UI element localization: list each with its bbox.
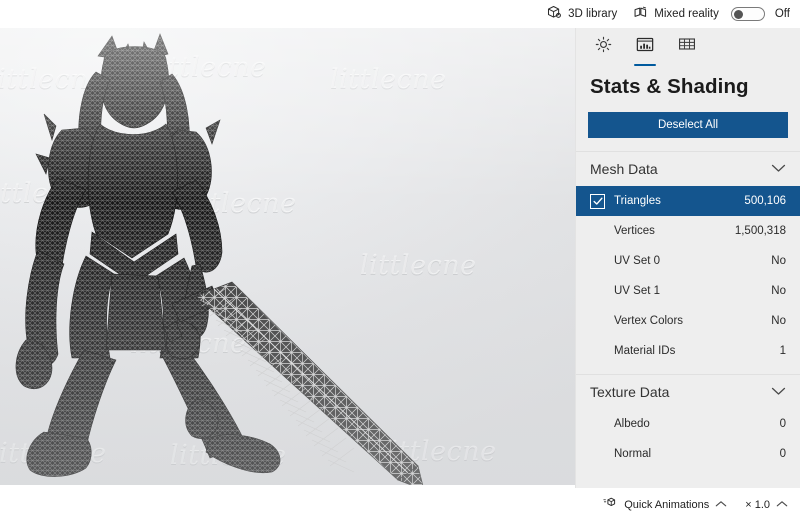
stats-chart-icon bbox=[636, 36, 654, 58]
table-row[interactable]: Triangles 500,106 bbox=[576, 186, 800, 216]
toggle-knob bbox=[733, 9, 743, 19]
chevron-up-icon[interactable] bbox=[776, 499, 788, 511]
tab-lighting[interactable] bbox=[588, 36, 618, 64]
row-label: Normal bbox=[614, 448, 652, 460]
3d-viewport[interactable]: littlecne littlecne littlecne littlecne … bbox=[0, 28, 575, 485]
tab-underline bbox=[592, 64, 614, 66]
tab-underline bbox=[634, 64, 656, 66]
mixed-reality-icon bbox=[633, 5, 648, 23]
row-label: UV Set 0 bbox=[614, 255, 661, 267]
row-label: Material IDs bbox=[614, 345, 676, 357]
tab-underline bbox=[676, 64, 698, 66]
model-wireframe[interactable] bbox=[0, 28, 575, 485]
row-value: 0 bbox=[779, 418, 786, 430]
toggle-state-label: Off bbox=[774, 8, 790, 20]
3d-library-button[interactable]: 3D library bbox=[539, 2, 625, 26]
row-label: Vertices bbox=[614, 225, 655, 237]
table-row[interactable]: Normal 0 bbox=[576, 439, 800, 469]
grid-icon bbox=[678, 36, 696, 57]
table-row[interactable]: UV Set 0 No bbox=[576, 246, 800, 276]
row-value: No bbox=[771, 285, 786, 297]
section-header-mesh-data[interactable]: Mesh Data bbox=[576, 152, 800, 186]
right-panel: Stats & Shading Deselect All Mesh Data T… bbox=[575, 28, 800, 488]
panel-tabs bbox=[576, 28, 800, 66]
table-row[interactable]: Vertex Colors No bbox=[576, 306, 800, 336]
chevron-down-icon bbox=[771, 160, 786, 178]
animation-cube-icon bbox=[603, 496, 618, 513]
viewport-bottom-strip bbox=[0, 485, 575, 521]
row-value: 500,106 bbox=[744, 195, 786, 207]
page-title: Stats & Shading bbox=[590, 75, 749, 98]
row-label: UV Set 1 bbox=[614, 285, 661, 297]
section-header-texture-data[interactable]: Texture Data bbox=[576, 375, 800, 409]
triangles-checkbox[interactable] bbox=[590, 193, 605, 209]
deselect-all-wrap: Deselect All bbox=[576, 99, 800, 138]
section-title: Texture Data bbox=[590, 384, 670, 400]
playback-speed-button[interactable]: × 1.0 bbox=[741, 497, 792, 513]
table-row[interactable]: Material IDs 1 bbox=[576, 336, 800, 366]
app-window: 3D library Mixed reality Off littlecne l… bbox=[0, 0, 800, 521]
row-label: Vertex Colors bbox=[614, 315, 684, 327]
table-row[interactable]: UV Set 1 No bbox=[576, 276, 800, 306]
mixed-reality-label: Mixed reality bbox=[654, 8, 719, 20]
quick-animations-button[interactable]: Quick Animations bbox=[599, 494, 731, 515]
cube-3d-icon bbox=[547, 5, 562, 23]
3d-library-label: 3D library bbox=[568, 8, 618, 20]
chevron-down-icon bbox=[771, 383, 786, 401]
chevron-up-icon[interactable] bbox=[715, 499, 727, 511]
row-value: No bbox=[771, 315, 786, 327]
mixed-reality-button[interactable]: Mixed reality bbox=[625, 2, 727, 26]
top-toolbar: 3D library Mixed reality Off bbox=[0, 0, 800, 28]
table-row[interactable]: Albedo 0 bbox=[576, 409, 800, 439]
mixed-reality-toggle[interactable] bbox=[730, 7, 765, 21]
tab-stats-shading[interactable] bbox=[630, 36, 660, 66]
row-label: Albedo bbox=[614, 418, 650, 430]
row-value: 1,500,318 bbox=[734, 225, 786, 237]
row-value: 1 bbox=[779, 345, 786, 357]
playback-speed-label: × 1.0 bbox=[745, 498, 770, 511]
tab-grid[interactable] bbox=[672, 36, 702, 64]
row-value: 0 bbox=[779, 448, 786, 460]
row-value: No bbox=[771, 255, 786, 267]
section-title: Mesh Data bbox=[590, 161, 658, 177]
bottom-status-bar: Quick Animations × 1.0 bbox=[575, 488, 800, 521]
quick-animations-label: Quick Animations bbox=[624, 498, 710, 511]
sun-lighting-icon bbox=[595, 36, 612, 58]
table-row[interactable]: Vertices 1,500,318 bbox=[576, 216, 800, 246]
deselect-all-button[interactable]: Deselect All bbox=[588, 112, 788, 138]
